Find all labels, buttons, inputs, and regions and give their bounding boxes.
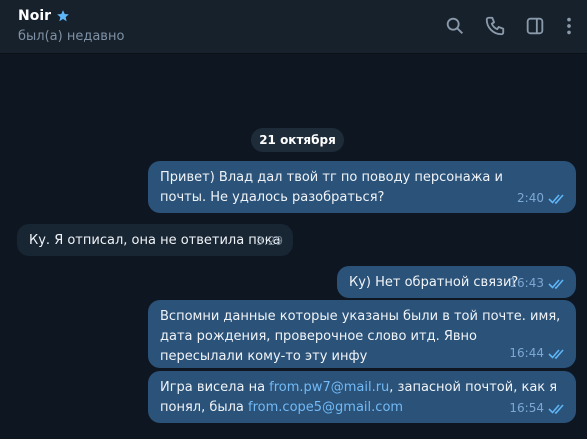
more-vertical-icon[interactable] <box>558 15 580 37</box>
message-meta: 3:29 <box>256 231 283 251</box>
double-check-icon <box>548 278 564 289</box>
message-time: 2:40 <box>517 191 544 205</box>
message-meta: 16:43 <box>509 273 566 293</box>
chat-title-row[interactable]: Noir <box>18 8 70 24</box>
message-meta: 2:40 <box>517 188 566 208</box>
email-link[interactable]: from.pw7@mail.ru <box>269 380 389 395</box>
email-link[interactable]: from.cope5@gmail.com <box>248 400 403 415</box>
message-text: Игра висела на from.pw7@mail.ru, запасно… <box>160 380 557 415</box>
search-icon[interactable] <box>444 15 466 37</box>
double-check-icon <box>548 193 564 204</box>
message-text: Вспомни данные которые указаны были в то… <box>160 309 561 364</box>
message-meta: 16:54 <box>509 398 566 418</box>
message-text: Привет) Влад дал твой тг по поводу персо… <box>160 170 503 205</box>
message-bubble-outgoing[interactable]: Вспомни данные которые указаны были в то… <box>148 300 576 368</box>
sidebar-toggle-icon[interactable] <box>524 15 546 37</box>
message-time: 16:44 <box>509 346 544 360</box>
chat-window: Noir был(а) недавно 21 октября Привет) В… <box>0 0 587 439</box>
double-check-icon <box>548 348 564 359</box>
message-text-part: Игра висела на <box>160 380 270 395</box>
star-icon <box>57 10 69 22</box>
message-time: 16:43 <box>509 276 544 290</box>
chat-status: был(а) недавно <box>18 29 125 44</box>
chat-title[interactable]: Noir <box>18 8 51 24</box>
date-separator: 21 октября <box>251 128 344 152</box>
message-bubble-incoming[interactable]: Ку. Я отписал, она не ответила пока 3:29 <box>17 224 293 256</box>
message-bubble-outgoing[interactable]: Игра висела на from.pw7@mail.ru, запасно… <box>148 371 576 423</box>
message-time: 3:29 <box>256 234 283 248</box>
message-bubble-outgoing[interactable]: Привет) Влад дал твой тг по поводу персо… <box>148 161 576 213</box>
message-time: 16:54 <box>509 401 544 415</box>
message-bubble-outgoing[interactable]: Ку) Нет обратной связи? 16:43 <box>337 266 576 298</box>
message-text: Ку. Я отписал, она не ответила пока <box>29 233 281 248</box>
message-meta: 16:44 <box>509 343 566 363</box>
phone-icon[interactable] <box>484 15 506 37</box>
double-check-icon <box>548 403 564 414</box>
message-text: Ку) Нет обратной связи? <box>349 275 519 290</box>
chat-header: Noir был(а) недавно <box>0 0 587 54</box>
